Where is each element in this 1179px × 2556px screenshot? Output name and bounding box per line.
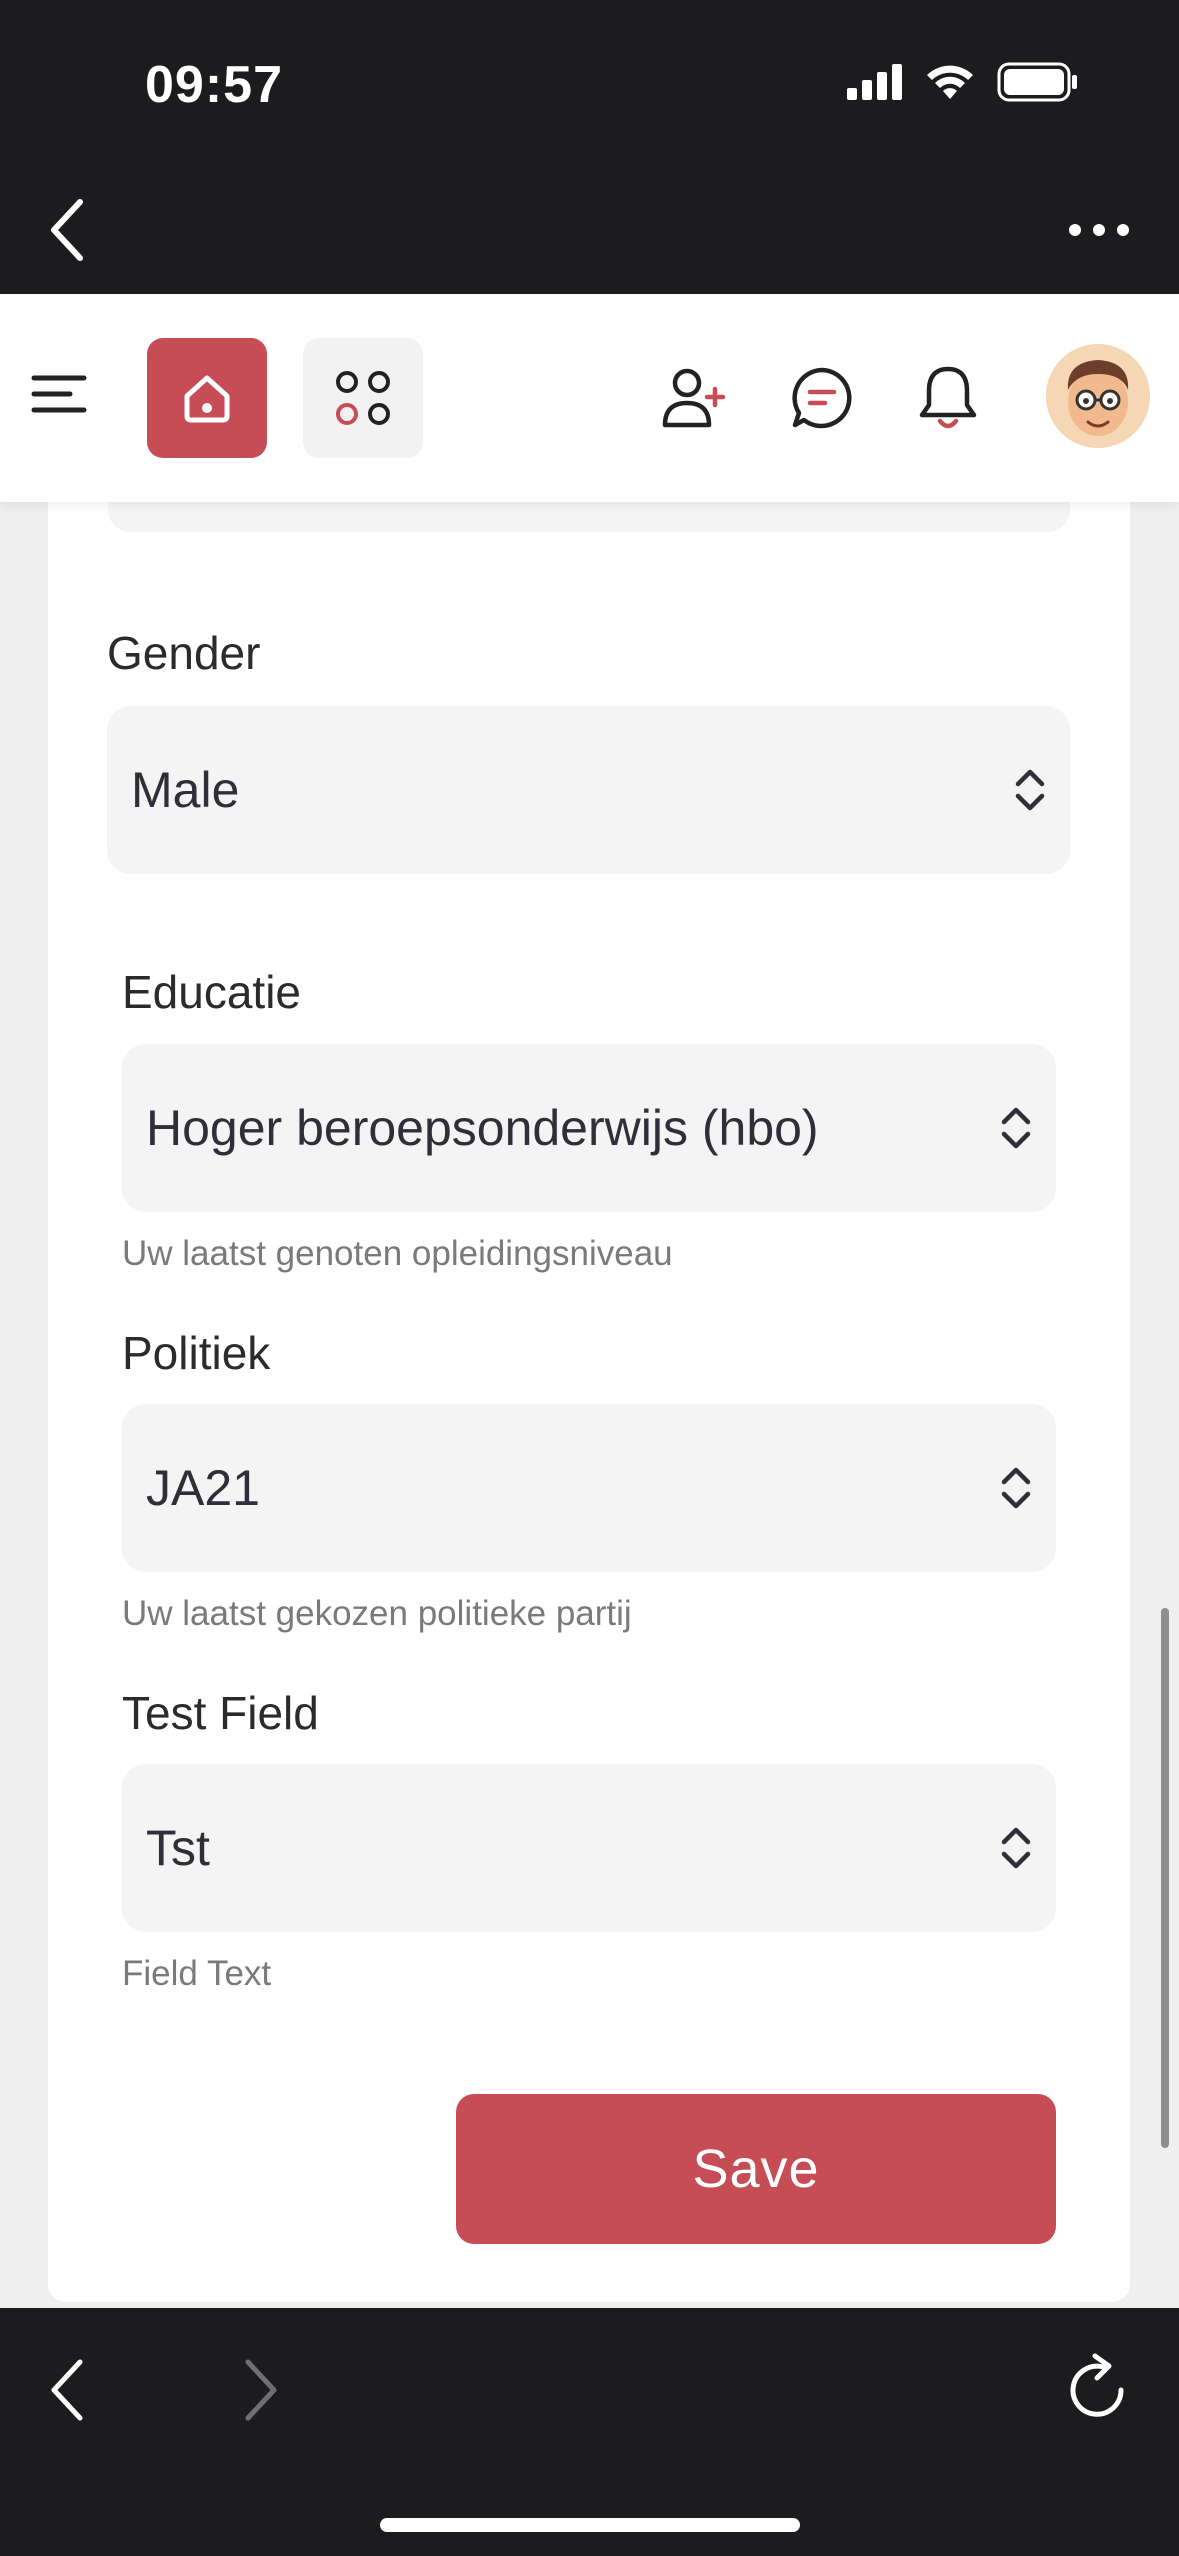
browser-bottom-bar (0, 2308, 1179, 2556)
notifications-button[interactable] (906, 356, 990, 440)
educatie-select[interactable]: Hoger beroepsonderwijs (hbo) (122, 1044, 1056, 1212)
politiek-value: JA21 (146, 1460, 260, 1516)
test-field-value: Tst (146, 1820, 210, 1876)
educatie-label: Educatie (122, 966, 302, 1018)
politiek-help: Uw laatst gekozen politieke partij (122, 1594, 632, 1633)
app-header (0, 294, 1179, 502)
avatar[interactable] (1046, 344, 1150, 448)
educatie-value: Hoger beroepsonderwijs (hbo) (146, 1100, 819, 1156)
status-time: 09:57 (145, 56, 283, 114)
politiek-select[interactable]: JA21 (122, 1404, 1056, 1572)
avatar-image (1046, 344, 1150, 448)
add-user-icon (662, 368, 726, 428)
politiek-label: Politiek (122, 1327, 271, 1379)
apps-icon (336, 371, 390, 425)
save-button[interactable]: Save (456, 2094, 1056, 2244)
chat-button[interactable] (780, 356, 864, 440)
scrollbar[interactable] (1161, 1608, 1169, 2148)
add-user-button[interactable] (652, 356, 736, 440)
home-indicator (380, 2518, 800, 2532)
gender-label: Gender (107, 627, 261, 679)
wifi-icon (927, 65, 973, 99)
back-icon[interactable] (40, 2350, 100, 2430)
apps-button[interactable] (303, 338, 423, 458)
chevron-updown-icon (1015, 769, 1045, 811)
signal-icon (847, 64, 902, 100)
chevron-updown-icon (1001, 1827, 1031, 1869)
educatie-help: Uw laatst genoten opleidingsniveau (122, 1234, 673, 1273)
test-field-label: Test Field (122, 1687, 319, 1739)
status-bar: 09:57 (0, 0, 1179, 170)
browser-top-bar (0, 170, 1179, 294)
gender-select[interactable]: Male (107, 706, 1070, 874)
home-icon (184, 375, 230, 423)
menu-icon[interactable] (30, 364, 90, 424)
battery-icon (997, 62, 1077, 102)
chat-icon (792, 367, 852, 429)
back-icon[interactable] (40, 190, 100, 270)
test-field-help: Field Text (122, 1954, 272, 1993)
chevron-updown-icon (1001, 1467, 1031, 1509)
profile-form-card: Gender Male Educatie Hoger beroepsonderw… (48, 502, 1130, 2302)
test-field-select[interactable]: Tst (122, 1764, 1056, 1932)
reload-icon[interactable] (1059, 2350, 1139, 2430)
chevron-updown-icon (1001, 1107, 1031, 1149)
forward-icon[interactable] (228, 2350, 288, 2430)
home-button[interactable] (147, 338, 267, 458)
content-area: Gender Male Educatie Hoger beroepsonderw… (0, 502, 1179, 2308)
bell-icon (919, 366, 977, 429)
status-icons (847, 62, 1079, 102)
previous-field[interactable] (108, 502, 1070, 532)
gender-value: Male (131, 762, 240, 818)
more-icon[interactable] (1059, 200, 1139, 260)
